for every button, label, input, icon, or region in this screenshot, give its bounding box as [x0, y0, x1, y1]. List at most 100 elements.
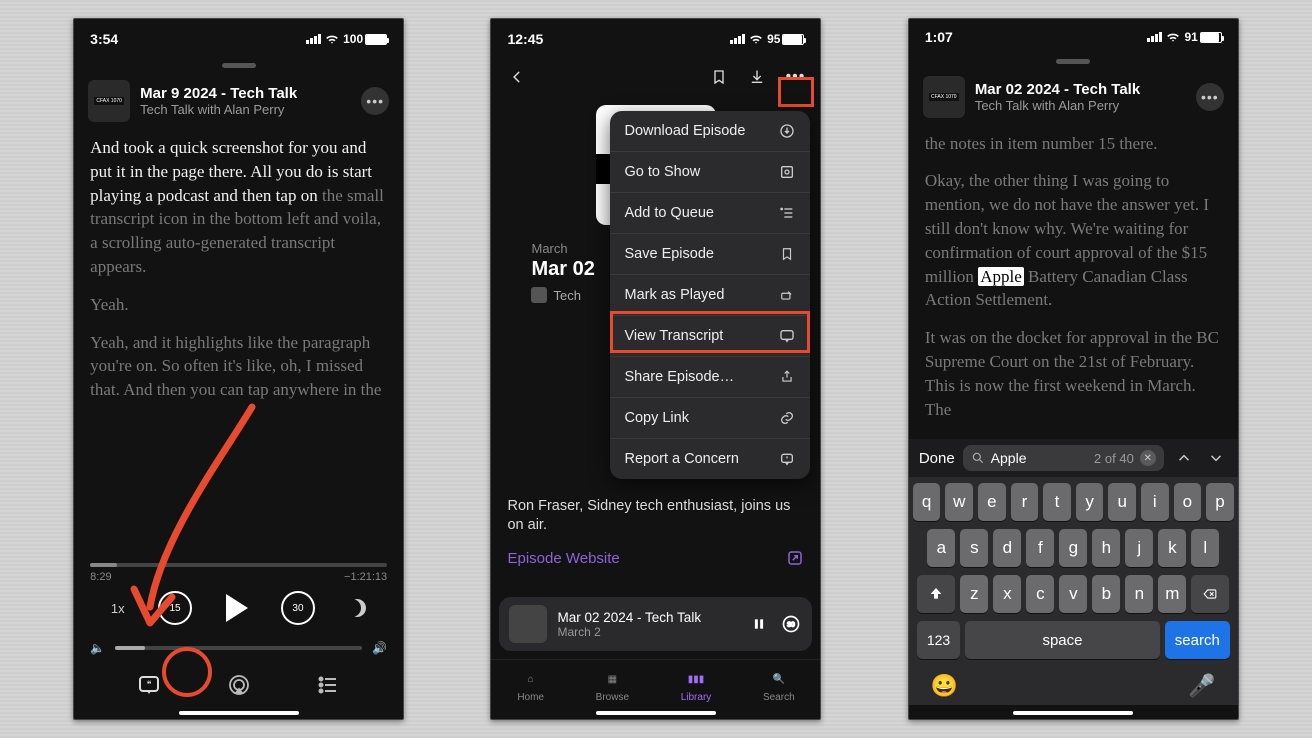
- mini-player-subtitle: March 2: [557, 625, 738, 639]
- menu-copy-link[interactable]: Copy Link: [610, 398, 810, 439]
- key-n[interactable]: n: [1125, 575, 1153, 613]
- menu-download-episode[interactable]: Download Episode: [610, 111, 810, 152]
- menu-add-to-queue[interactable]: Add to Queue: [610, 193, 810, 234]
- key-o[interactable]: o: [1174, 483, 1202, 521]
- download-icon-button[interactable]: [746, 66, 768, 88]
- more-icon-button[interactable]: •••: [784, 66, 806, 88]
- episode-title: Mar 9 2024 - Tech Talk: [140, 85, 351, 102]
- episode-artwork[interactable]: CFAX 1070: [923, 76, 965, 118]
- home-indicator[interactable]: [596, 711, 716, 715]
- key-s[interactable]: s: [960, 529, 988, 567]
- tab-library[interactable]: ▮▮▮Library: [681, 668, 712, 703]
- transcript-line: Yeah.: [90, 293, 387, 317]
- skip-back-15-button[interactable]: 15: [158, 591, 192, 625]
- menu-share-episode[interactable]: Share Episode…: [610, 357, 810, 398]
- home-indicator[interactable]: [1013, 711, 1133, 715]
- key-t[interactable]: t: [1043, 483, 1071, 521]
- key-b[interactable]: b: [1092, 575, 1120, 613]
- tab-home[interactable]: ⌂Home: [517, 668, 544, 703]
- next-result-button[interactable]: [1204, 446, 1228, 470]
- wifi-icon: [1166, 30, 1180, 44]
- menu-view-transcript[interactable]: View Transcript: [610, 316, 810, 357]
- key-q[interactable]: q: [913, 483, 941, 521]
- volume-row[interactable]: 🔈 🔊: [74, 633, 403, 659]
- battery-indicator: 100: [343, 32, 387, 46]
- key-l[interactable]: l: [1191, 529, 1219, 567]
- key-k[interactable]: k: [1158, 529, 1186, 567]
- airplay-icon-button[interactable]: [223, 669, 255, 701]
- key-p[interactable]: p: [1206, 483, 1234, 521]
- menu-mark-played[interactable]: Mark as Played: [610, 275, 810, 316]
- delete-key[interactable]: [1191, 575, 1229, 613]
- transcript-body[interactable]: And took a quick screenshot for you and …: [74, 132, 403, 420]
- transcript-icon: [778, 327, 796, 345]
- key-i[interactable]: i: [1141, 483, 1169, 521]
- clear-search-button[interactable]: ✕: [1140, 450, 1156, 466]
- shift-key[interactable]: [917, 575, 955, 613]
- search-field[interactable]: Apple 2 of 40 ✕: [963, 445, 1164, 471]
- wifi-icon: [749, 32, 763, 46]
- tab-search[interactable]: 🔍Search: [763, 668, 795, 703]
- transcript-line: It was on the docket for approval in the…: [925, 326, 1222, 421]
- menu-report-concern[interactable]: Report a Concern: [610, 439, 810, 479]
- key-a[interactable]: a: [927, 529, 955, 567]
- emoji-key[interactable]: 😀: [931, 673, 958, 699]
- key-e[interactable]: e: [978, 483, 1006, 521]
- transcript-body[interactable]: the notes in item number 15 there. Okay,…: [909, 128, 1238, 440]
- home-indicator[interactable]: [179, 711, 299, 715]
- key-u[interactable]: u: [1108, 483, 1136, 521]
- episode-artwork[interactable]: CFAX 1070: [88, 80, 130, 122]
- play-button[interactable]: [226, 594, 248, 622]
- key-v[interactable]: v: [1059, 575, 1087, 613]
- skip-forward-30-button[interactable]: 30: [281, 591, 315, 625]
- key-m[interactable]: m: [1158, 575, 1186, 613]
- back-button[interactable]: [505, 65, 529, 89]
- sleep-timer-button[interactable]: [348, 599, 366, 617]
- menu-go-to-show[interactable]: Go to Show: [610, 152, 810, 193]
- key-y[interactable]: y: [1076, 483, 1104, 521]
- action-menu: Download Episode Go to Show Add to Queue…: [610, 111, 810, 479]
- mini-player-title: Mar 02 2024 - Tech Talk: [557, 610, 738, 625]
- drag-grabber[interactable]: [222, 63, 256, 68]
- key-f[interactable]: f: [1026, 529, 1054, 567]
- transcript-icon-button[interactable]: ❝: [133, 669, 165, 701]
- bookmark-icon-button[interactable]: [708, 66, 730, 88]
- mini-player-art: [509, 605, 547, 643]
- tab-browse[interactable]: ▦Browse: [596, 668, 629, 703]
- key-r[interactable]: r: [1011, 483, 1039, 521]
- queue-icon-button[interactable]: [312, 669, 344, 701]
- volume-low-icon: 🔈: [90, 641, 105, 655]
- done-button[interactable]: Done: [919, 450, 955, 467]
- keyboard: qwertyuiop asdfghjkl zxcvbnm 123 space s…: [909, 477, 1238, 705]
- key-h[interactable]: h: [1092, 529, 1120, 567]
- space-key[interactable]: space: [965, 621, 1160, 659]
- more-button[interactable]: •••: [1196, 83, 1224, 111]
- mini-player[interactable]: Mar 02 2024 - Tech Talk March 2 30: [499, 597, 812, 651]
- key-w[interactable]: w: [945, 483, 973, 521]
- key-g[interactable]: g: [1059, 529, 1087, 567]
- home-icon: ⌂: [520, 668, 542, 690]
- signal-icon: [1147, 32, 1162, 42]
- prev-result-button[interactable]: [1172, 446, 1196, 470]
- episode-website-link[interactable]: Episode Website: [491, 535, 820, 581]
- playback-speed-button[interactable]: 1x: [111, 601, 125, 616]
- status-right: 100: [306, 32, 387, 46]
- key-z[interactable]: z: [960, 575, 988, 613]
- more-button[interactable]: •••: [361, 87, 389, 115]
- numbers-key[interactable]: 123: [917, 621, 960, 659]
- menu-save-episode[interactable]: Save Episode: [610, 234, 810, 275]
- key-x[interactable]: x: [993, 575, 1021, 613]
- key-j[interactable]: j: [1125, 529, 1153, 567]
- scrubber[interactable]: 8:29 −1:21:13: [74, 557, 403, 583]
- key-d[interactable]: d: [993, 529, 1021, 567]
- status-bar: 3:54 100: [74, 19, 403, 59]
- mini-pause-button[interactable]: [748, 613, 770, 635]
- drag-grabber[interactable]: [1056, 59, 1090, 64]
- keyboard-row-1: qwertyuiop: [913, 483, 1234, 521]
- dictation-key[interactable]: 🎤: [1188, 673, 1215, 699]
- keyboard-row-3: zxcvbnm: [913, 575, 1234, 613]
- key-c[interactable]: c: [1026, 575, 1054, 613]
- search-key[interactable]: search: [1165, 621, 1230, 659]
- mini-skip-30-button[interactable]: 30: [780, 613, 802, 635]
- episode-title: Mar 02 2024 - Tech Talk: [975, 81, 1186, 98]
